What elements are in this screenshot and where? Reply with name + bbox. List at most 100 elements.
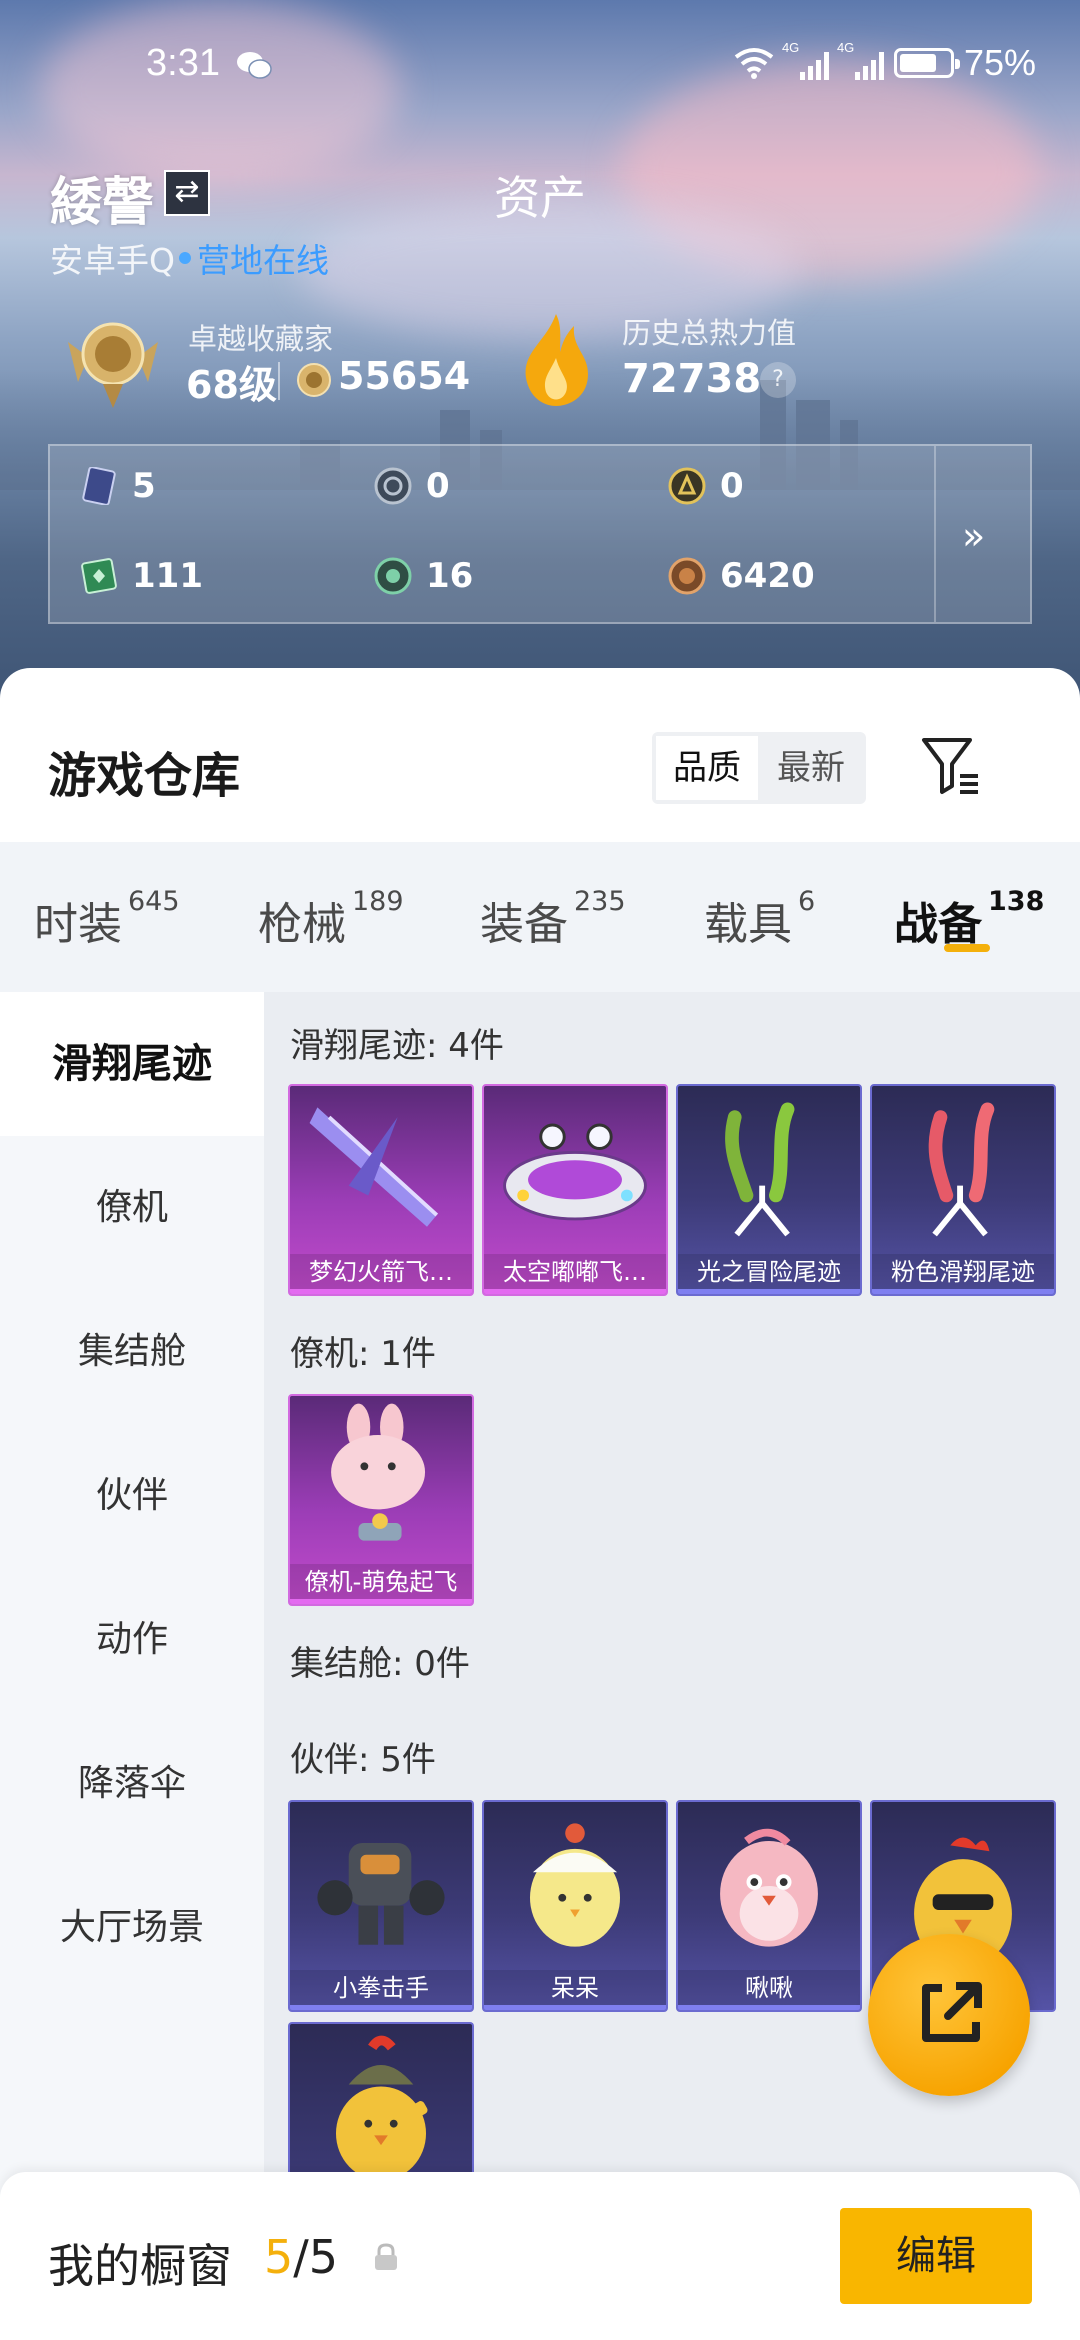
help-icon[interactable]: ? <box>760 362 796 398</box>
collection-coin-value: 55654 <box>338 354 471 398</box>
platform-info: 安卓手Q 营地在线 <box>50 234 329 282</box>
resource-value: 111 <box>132 556 203 596</box>
showcase-label: 我的橱窗 <box>48 2239 232 2293</box>
item-name: 僚机-萌兔起飞 <box>290 1564 472 1604</box>
bunny-wingman-icon <box>331 1403 426 1541</box>
filter-icon[interactable] <box>920 734 982 798</box>
edit-button[interactable]: 编辑 <box>840 2208 1032 2304</box>
tab-guns[interactable]: 枪械 189 <box>258 886 404 952</box>
boxer-robot-icon <box>317 1842 445 1945</box>
chick-companion-icon <box>529 1823 621 1947</box>
online-dot <box>178 252 191 264</box>
active-tab-indicator <box>944 944 990 952</box>
wifi-icon <box>734 48 774 79</box>
sidebar: 滑翔尾迹 僚机 集结舱 伙伴 动作 降落伞 大厅场景 <box>0 992 264 2340</box>
sidebar-item-wingman[interactable]: 僚机 <box>0 1136 264 1280</box>
sidebar-item-glide-trail[interactable]: 滑翔尾迹 <box>0 992 264 1136</box>
item-card[interactable]: 呆呆 <box>482 1800 668 2012</box>
sort-quality[interactable]: 品质 <box>656 736 758 800</box>
resource-value: 0 <box>426 466 450 506</box>
sort-toggle[interactable]: 品质 最新 <box>652 732 866 804</box>
bronze-coin-icon <box>668 557 706 595</box>
battery-icon <box>893 48 960 78</box>
sidebar-item-rally-pod[interactable]: 集结舱 <box>0 1280 264 1424</box>
resource-value: 16 <box>426 556 474 596</box>
more-resources-icon[interactable]: » <box>962 514 985 558</box>
lock-icon <box>375 2243 397 2270</box>
item-name: 啾啾 <box>678 1970 860 2010</box>
profile-header: 3:31 4G 4G 75% 緌謦 ⇄ 资产 安卓手Q 营地在线 卓越收藏家 6… <box>0 0 1080 700</box>
green-ticket-icon <box>81 558 117 594</box>
heat-title: 历史总热力值 <box>622 316 797 350</box>
resource-value: 0 <box>720 466 744 506</box>
battery-percent: 75% <box>963 42 1036 83</box>
sidebar-item-lobby-scene[interactable]: 大厅场景 <box>0 1856 264 2000</box>
collection-coin-icon <box>297 363 331 397</box>
showcase-bar: 我的橱窗 5/5 编辑 <box>0 2172 1080 2340</box>
item-name: 太空嘟嘟飞… <box>484 1254 666 1294</box>
status-bar: 3:31 4G 4G 75% <box>0 0 1080 130</box>
gold-token-icon <box>668 467 706 505</box>
flame-icon <box>525 314 588 406</box>
showcase-count: 5/5 <box>264 2230 339 2284</box>
section-title: 僚机: 1件 <box>290 1334 436 1374</box>
rocket-glider-icon <box>309 1107 439 1227</box>
resource-item: 0 <box>668 466 744 506</box>
item-card[interactable]: 梦幻火箭飞… <box>288 1084 474 1296</box>
green-coin-icon <box>374 557 412 595</box>
category-tabs: 时装 645 枪械 189 装备 235 载具 6 战备 138 <box>0 842 1080 992</box>
section-title: 伙伴: 5件 <box>290 1740 436 1780</box>
item-card[interactable]: 粉色滑翔尾迹 <box>870 1084 1056 1296</box>
page-title: 资产 <box>494 171 586 225</box>
resource-item: 111 <box>80 556 203 596</box>
item-grid: 滑翔尾迹: 4件 梦幻火箭飞… 太空嘟嘟飞… 光之冒险尾迹 粉色滑翔尾迹 僚机:… <box>264 992 1080 2340</box>
tab-fashion[interactable]: 时装 645 <box>34 886 180 952</box>
tab-equipment[interactable]: 装备 235 <box>480 886 626 952</box>
item-card[interactable]: 光之冒险尾迹 <box>676 1084 862 1296</box>
item-card[interactable]: 僚机-萌兔起飞 <box>288 1394 474 1606</box>
section-title: 滑翔尾迹: 4件 <box>290 1026 504 1066</box>
rank-badge-icon <box>68 322 158 408</box>
resource-value: 5 <box>132 466 156 506</box>
warehouse-title: 游戏仓库 <box>48 748 241 804</box>
resource-item: 5 <box>80 466 156 506</box>
item-card[interactable]: 小拳击手 <box>288 1800 474 2012</box>
pink-bird-icon <box>720 1828 818 1947</box>
signal-icon: 4G <box>782 40 829 80</box>
resource-item: 16 <box>374 556 473 596</box>
tab-vehicles[interactable]: 载具 6 <box>704 886 815 952</box>
card-icon <box>82 467 116 505</box>
space-ufo-icon <box>503 1123 647 1221</box>
sort-newest[interactable]: 最新 <box>760 736 862 800</box>
resource-item: 0 <box>374 466 450 506</box>
silver-coin-icon <box>374 467 412 505</box>
signal-icon: 4G <box>837 40 884 80</box>
section-title: 集结舱: 0件 <box>290 1644 470 1684</box>
status-time: 3:31 <box>146 42 220 84</box>
heat-value: 72738 <box>622 356 762 402</box>
sidebar-item-parachute[interactable]: 降落伞 <box>0 1712 264 1856</box>
item-name: 光之冒险尾迹 <box>678 1254 860 1294</box>
share-button[interactable] <box>868 1934 1030 2096</box>
rank-level: 68级 <box>186 363 277 407</box>
item-name: 小拳击手 <box>290 1970 472 2010</box>
rank-title: 卓越收藏家 <box>188 322 334 356</box>
green-smoke-trail-icon <box>725 1102 795 1237</box>
online-status: 营地在线 <box>196 241 329 280</box>
soldier-chick-icon <box>335 2035 428 2181</box>
item-card[interactable]: 太空嘟嘟飞… <box>482 1084 668 1296</box>
resource-value: 6420 <box>720 556 815 596</box>
platform-label: 安卓手Q <box>50 241 175 280</box>
item-name: 呆呆 <box>484 1970 666 2010</box>
wechat-icon <box>237 52 272 79</box>
sidebar-item-companion[interactable]: 伙伴 <box>0 1424 264 1568</box>
item-name: 粉色滑翔尾迹 <box>872 1254 1054 1294</box>
resource-panel[interactable]: 5 0 0 111 16 6420 » <box>48 444 1032 624</box>
share-icon <box>922 1982 982 2042</box>
sidebar-item-emote[interactable]: 动作 <box>0 1568 264 1712</box>
tab-battle-gear[interactable]: 战备 138 <box>894 886 1044 952</box>
item-card[interactable]: 啾啾 <box>676 1800 862 2012</box>
pink-smoke-trail-icon <box>928 1102 995 1237</box>
resource-item: 6420 <box>668 556 815 596</box>
item-name: 梦幻火箭飞… <box>290 1254 472 1294</box>
